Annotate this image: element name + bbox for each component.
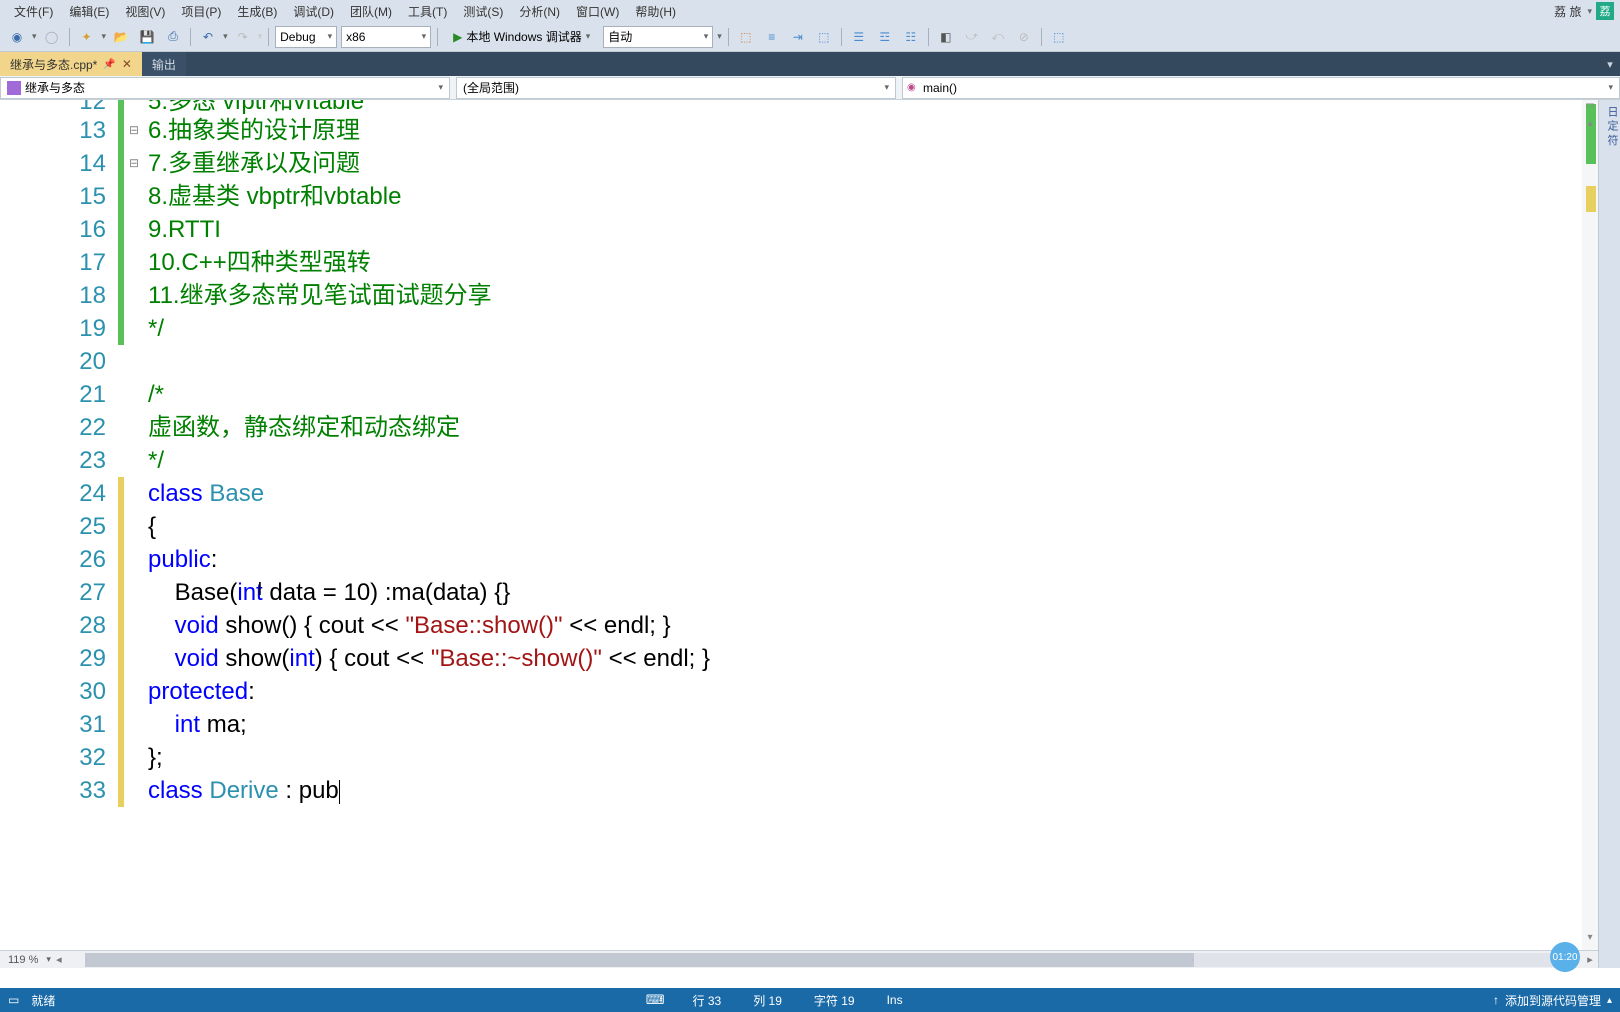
- tab-active-file[interactable]: 继承与多态.cpp* 📌 ✕: [0, 52, 142, 76]
- zoom-level[interactable]: 119 %: [0, 954, 46, 966]
- menu-help[interactable]: 帮助(H): [627, 3, 684, 20]
- menu-build[interactable]: 生成(B): [229, 3, 285, 20]
- debug-label: 本地 Windows 调试器: [466, 28, 581, 45]
- status-char: 字符 19: [810, 992, 859, 1009]
- chevron-up-icon: ▴: [1607, 995, 1612, 1006]
- line-gutter: 1213141516171819202122232425262728293031…: [0, 100, 118, 950]
- pin-icon[interactable]: 📌: [103, 59, 115, 70]
- cpp-icon: [7, 81, 21, 95]
- menu-file[interactable]: 文件(F): [6, 3, 61, 20]
- tab-overflow-icon[interactable]: ▾: [1600, 52, 1620, 76]
- tb-icon-8[interactable]: ⤻: [961, 26, 983, 48]
- save-button[interactable]: 💾: [136, 26, 158, 48]
- user-avatar[interactable]: 荔: [1596, 2, 1614, 20]
- scope-global[interactable]: (全局范围): [456, 77, 896, 99]
- platform-combo[interactable]: x86: [341, 26, 431, 48]
- status-col: 列 19: [749, 992, 786, 1009]
- menu-tools[interactable]: 工具(T): [400, 3, 455, 20]
- scroll-down-icon[interactable]: ▾: [1582, 932, 1598, 948]
- fold-strip[interactable]: ⊟⊟: [124, 100, 144, 950]
- toolbar: ◉ ▾ ◯ ✦ ▾ 📂 💾 ⎙ ↶ ▾ ↷ ▾ Debug x86 ▶ 本地 W…: [0, 22, 1620, 52]
- menu-view[interactable]: 视图(V): [117, 3, 173, 20]
- scroll-right-icon[interactable]: ▸: [1582, 953, 1598, 966]
- save-all-button[interactable]: ⎙: [162, 26, 184, 48]
- config-combo[interactable]: Debug: [275, 26, 337, 48]
- scope-project[interactable]: 继承与多态: [0, 77, 450, 99]
- menubar: 文件(F) 编辑(E) 视图(V) 项目(P) 生成(B) 调试(D) 团队(M…: [0, 0, 1620, 22]
- tab-output[interactable]: 输出: [142, 52, 186, 76]
- redo-button[interactable]: ↷: [232, 26, 254, 48]
- new-item-button[interactable]: ✦: [76, 26, 98, 48]
- editor: 1213141516171819202122232425262728293031…: [0, 100, 1598, 968]
- scroll-up-icon[interactable]: ▴: [1582, 118, 1598, 134]
- tb-icon-11[interactable]: ⬚: [1048, 26, 1070, 48]
- tabbar: 继承与多态.cpp* 📌 ✕ 输出 ▾: [0, 52, 1620, 76]
- menu-team[interactable]: 团队(M): [342, 3, 400, 20]
- side-panel-tab[interactable]: 日 定 符: [1598, 100, 1620, 968]
- status-line: 行 33: [689, 992, 726, 1009]
- menu-analyze[interactable]: 分析(N): [511, 3, 568, 20]
- start-debug-button[interactable]: ▶ 本地 Windows 调试器 ▾: [444, 26, 599, 48]
- tab-label: 继承与多态.cpp*: [10, 56, 97, 73]
- menu-debug[interactable]: 调试(D): [285, 3, 342, 20]
- tb-icon-10[interactable]: ⊘: [1013, 26, 1035, 48]
- horizontal-scrollbar[interactable]: 119 % ▾ ◂ ▸: [0, 950, 1598, 968]
- code-area[interactable]: 1213141516171819202122232425262728293031…: [0, 100, 1598, 950]
- user-name[interactable]: 荔 旅: [1548, 3, 1587, 20]
- tb-icon-4[interactable]: ⬚: [813, 26, 835, 48]
- tb-icon-3[interactable]: ⇥: [787, 26, 809, 48]
- source-control-label: 添加到源代码管理: [1505, 992, 1601, 1009]
- source-control-button[interactable]: ↑ 添加到源代码管理 ▴: [1493, 992, 1612, 1009]
- code-text[interactable]: 5.多态 vfptr和vftable6.抽象类的设计原理7.多重继承以及问题8.…: [144, 100, 1598, 950]
- overview-ruler[interactable]: ▭ ▴ ▾: [1582, 100, 1598, 950]
- publish-icon: ↑: [1493, 993, 1499, 1007]
- func-label: main(): [923, 81, 957, 95]
- bookmark-icon[interactable]: ◧: [935, 26, 957, 48]
- tb-icon-1[interactable]: ⬚: [735, 26, 757, 48]
- split-icon[interactable]: ▭: [1582, 100, 1598, 116]
- keyboard-icon[interactable]: ⌨: [646, 992, 665, 1008]
- scope-function[interactable]: main(): [902, 77, 1620, 99]
- undo-button[interactable]: ↶: [197, 26, 219, 48]
- tab-label: 输出: [152, 56, 176, 73]
- scroll-track[interactable]: [85, 953, 1564, 967]
- scroll-thumb[interactable]: [85, 953, 1194, 967]
- auto-combo[interactable]: 自动: [603, 26, 713, 48]
- recording-indicator[interactable]: 01:20: [1550, 942, 1580, 972]
- menu-test[interactable]: 测试(S): [455, 3, 511, 20]
- menu-project[interactable]: 项目(P): [173, 3, 229, 20]
- menu-edit[interactable]: 编辑(E): [61, 3, 117, 20]
- tb-icon-5[interactable]: ☰: [848, 26, 870, 48]
- scope-label: 继承与多态: [25, 79, 85, 96]
- status-ready: 就绪: [27, 992, 59, 1009]
- tb-icon-7[interactable]: ☷: [900, 26, 922, 48]
- menu-window[interactable]: 窗口(W): [568, 3, 627, 20]
- tb-icon-2[interactable]: ≡: [761, 26, 783, 48]
- nav-back-button[interactable]: ◉: [6, 26, 28, 48]
- window-icon: ▭: [8, 993, 19, 1007]
- scope-label: (全局范围): [463, 79, 519, 96]
- scroll-left-icon[interactable]: ◂: [51, 953, 67, 966]
- tb-icon-6[interactable]: ☲: [874, 26, 896, 48]
- status-ins: Ins: [883, 993, 907, 1007]
- close-tab-icon[interactable]: ✕: [122, 57, 132, 71]
- user-dropdown-icon[interactable]: ▾: [1587, 6, 1592, 17]
- statusbar: ▭ 就绪 ⌨ 行 33 列 19 字符 19 Ins ↑ 添加到源代码管理 ▴: [0, 988, 1620, 1012]
- nav-row: 继承与多态 (全局范围) main(): [0, 76, 1620, 100]
- nav-forward-button[interactable]: ◯: [41, 26, 63, 48]
- tb-icon-9[interactable]: ⤺: [987, 26, 1009, 48]
- open-button[interactable]: 📂: [110, 26, 132, 48]
- play-icon: ▶: [453, 30, 462, 44]
